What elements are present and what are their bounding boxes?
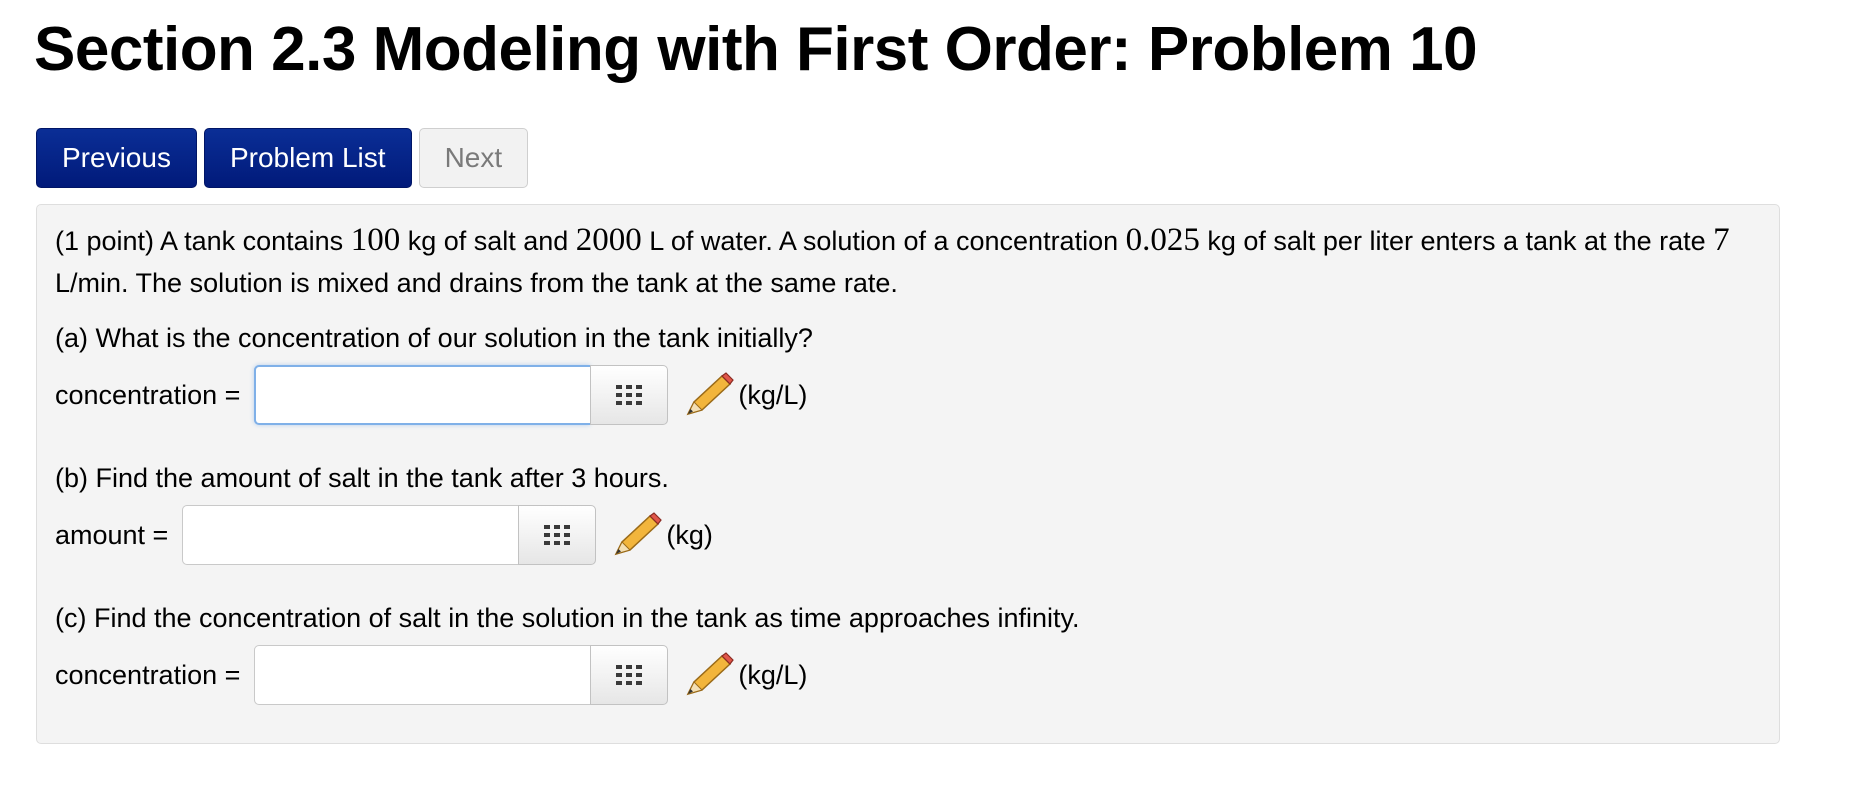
problem-panel: (1 point) A tank contains 100 kg of salt… xyxy=(36,204,1780,744)
statement-text: L of water. A solution of a concentratio… xyxy=(641,226,1126,256)
problem-navigation: Previous Problem List Next xyxy=(36,128,529,188)
next-button: Next xyxy=(418,128,529,188)
problem-list-button[interactable]: Problem List xyxy=(203,128,412,188)
unit-label-c: (kg/L) xyxy=(738,660,808,690)
salt-amount-value: 100 xyxy=(350,222,401,258)
unit-label-a: (kg/L) xyxy=(738,380,808,410)
unit-label-b: (kg) xyxy=(666,520,713,550)
answer-row-b: amount = (kg) xyxy=(55,505,713,565)
page: Section 2.3 Modeling with First Order: P… xyxy=(0,0,1862,794)
statement-text: (1 point) A tank contains xyxy=(55,226,351,256)
concentration-input-a[interactable] xyxy=(254,365,591,425)
concentration-input-c[interactable] xyxy=(254,645,591,705)
answer-label-a: concentration = xyxy=(55,380,241,410)
equation-editor-button-c[interactable] xyxy=(590,645,669,705)
statement-text: L/min. The solution is mixed and drains … xyxy=(55,268,898,298)
pencil-icon[interactable] xyxy=(684,372,735,418)
question-b: (b) Find the amount of salt in the tank … xyxy=(55,463,669,493)
statement-text: kg of salt and xyxy=(400,226,576,256)
grid-icon xyxy=(544,525,571,545)
statement-text: kg of salt per liter enters a tank at th… xyxy=(1199,226,1714,256)
amount-input-b[interactable] xyxy=(182,505,519,565)
answer-label-c: concentration = xyxy=(55,660,241,690)
problem-statement: (1 point) A tank contains 100 kg of salt… xyxy=(55,219,1755,304)
inflow-concentration-value: 0.025 xyxy=(1125,222,1200,258)
question-c: (c) Find the concentration of salt in th… xyxy=(55,603,1080,633)
previous-button[interactable]: Previous xyxy=(36,128,197,188)
answer-row-a: concentration = (kg/L) xyxy=(55,365,807,425)
page-title: Section 2.3 Modeling with First Order: P… xyxy=(34,15,1478,84)
question-a: (a) What is the concentration of our sol… xyxy=(55,323,813,353)
answer-label-b: amount = xyxy=(55,520,169,550)
answer-row-c: concentration = (kg/L) xyxy=(55,645,807,705)
pencil-icon[interactable] xyxy=(612,512,663,558)
flow-rate-value: 7 xyxy=(1713,222,1730,258)
grid-icon xyxy=(616,385,643,405)
grid-icon xyxy=(616,665,643,685)
equation-editor-button-a[interactable] xyxy=(590,365,669,425)
water-volume-value: 2000 xyxy=(575,222,642,258)
equation-editor-button-b[interactable] xyxy=(518,505,597,565)
pencil-icon[interactable] xyxy=(684,652,735,698)
